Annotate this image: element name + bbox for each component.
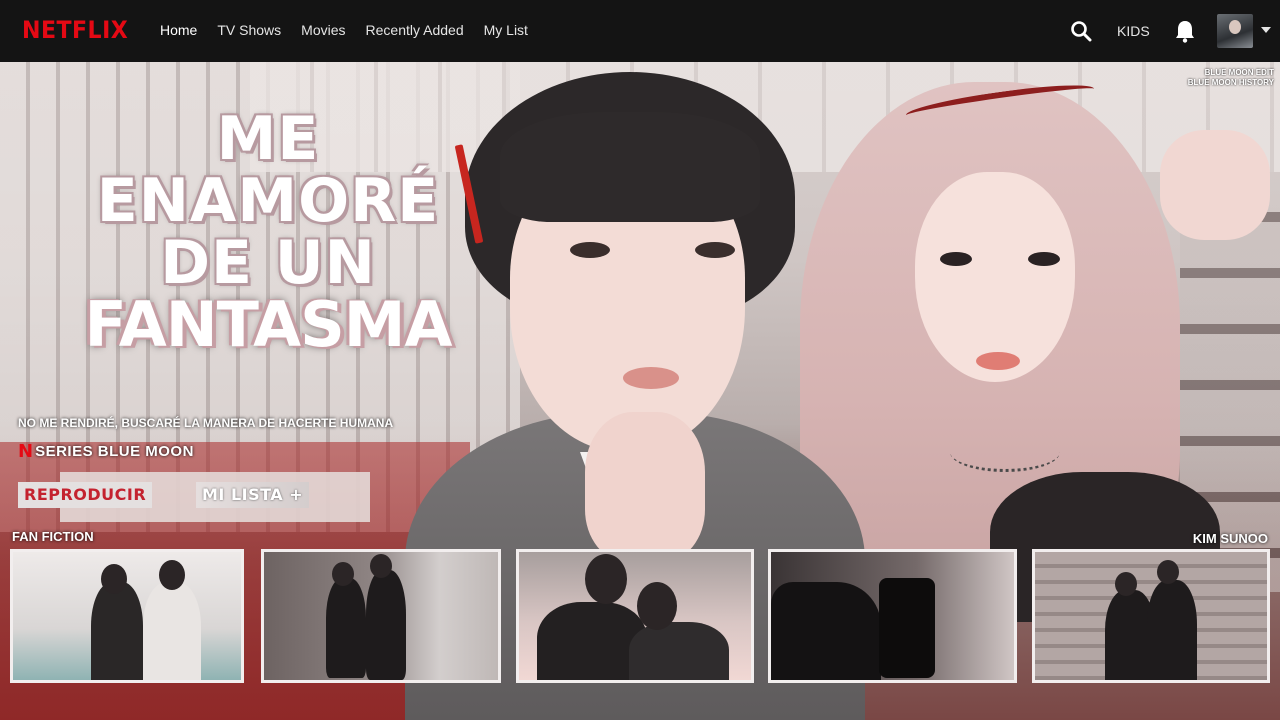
search-icon[interactable]	[1070, 20, 1092, 42]
person-head	[332, 562, 354, 586]
row-label-fan-fiction: FAN FICTION	[12, 529, 94, 544]
top-navigation-bar: NETFLIX Home TV Shows Movies Recently Ad…	[0, 0, 1280, 62]
main-nav: Home TV Shows Movies Recently Added My L…	[160, 22, 528, 38]
profile-avatar[interactable]	[1217, 14, 1253, 48]
bell-icon[interactable]	[1174, 19, 1196, 43]
boy-lips	[623, 367, 679, 389]
girl-eye	[940, 252, 972, 266]
kids-link[interactable]: KIDS	[1117, 23, 1150, 39]
title-line: DE UN	[160, 228, 376, 298]
watermark-line: BLUE MOON HISTORY	[1187, 78, 1274, 87]
thumbnail-couple-wall[interactable]	[261, 549, 501, 683]
person-silhouette	[326, 578, 366, 678]
tagline: NO ME RENDIRÉ, BUSCARÉ LA MANERA DE HACE…	[18, 416, 394, 430]
thumbnail-mask-selfie[interactable]	[768, 549, 1017, 683]
nav-movies[interactable]: Movies	[301, 22, 345, 38]
person-silhouette	[143, 582, 201, 680]
title-line: FANTASMA	[84, 288, 453, 361]
boy-fringe	[500, 112, 760, 222]
my-list-button[interactable]: MI LISTA +	[196, 482, 310, 508]
boy-eye	[570, 242, 610, 258]
netflix-logo[interactable]: NETFLIX	[22, 16, 128, 44]
phone-in-hand	[879, 578, 935, 678]
face-mask	[771, 582, 881, 680]
person-head	[159, 560, 185, 590]
girl-raised-hand	[1160, 130, 1270, 240]
play-button[interactable]: REPRODUCIR	[18, 482, 153, 508]
person-silhouette	[1147, 580, 1197, 680]
nav-my-list[interactable]: My List	[484, 22, 528, 38]
thumbnail-couple-sofa[interactable]	[10, 549, 244, 683]
row-label-kim-sunoo: KIM SUNOO	[1192, 531, 1268, 546]
person-silhouette	[629, 622, 729, 680]
person-head	[1157, 560, 1179, 584]
title-line: ENAMORÉ	[96, 166, 440, 236]
thumbnail-couple-stairs[interactable]	[1032, 549, 1270, 683]
person-head	[101, 564, 127, 594]
show-title: ME ENAMORÉ DE UN FANTASMA	[18, 108, 518, 356]
necklace	[950, 432, 1060, 472]
person-head	[370, 554, 392, 578]
caret-down-icon[interactable]	[1261, 27, 1271, 33]
watermark-line: BLUE MOON EDIT	[1204, 68, 1274, 77]
person-head	[637, 582, 677, 630]
nav-home[interactable]: Home	[160, 22, 197, 38]
person-silhouette	[91, 582, 143, 680]
series-badge: N SERIES BLUE MOON	[18, 441, 194, 462]
person-head	[585, 554, 627, 604]
girl-face	[915, 172, 1075, 382]
nav-recently-added[interactable]: Recently Added	[366, 22, 464, 38]
nav-tv-shows[interactable]: TV Shows	[217, 22, 281, 38]
girl-eye	[1028, 252, 1060, 266]
boy-hand	[585, 412, 705, 562]
title-line: ME	[216, 104, 320, 174]
series-label: SERIES BLUE MOON	[35, 443, 194, 460]
thumbnail-couple-kiss[interactable]	[516, 549, 754, 683]
boy-eye	[695, 242, 735, 258]
avatar-face	[1229, 20, 1241, 34]
netflix-n-icon: N	[18, 441, 34, 462]
person-silhouette	[366, 570, 406, 680]
girl-lips	[976, 352, 1020, 370]
watermark: BLUE MOON EDIT BLUE MOON HISTORY	[1188, 68, 1274, 88]
person-head	[1115, 572, 1137, 596]
